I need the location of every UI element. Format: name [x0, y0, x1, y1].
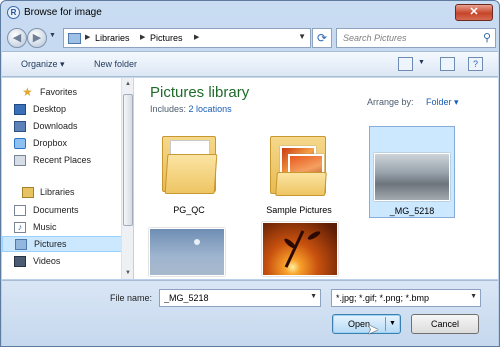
open-options-dropdown[interactable]: ▼ [389, 315, 396, 333]
organize-button[interactable]: Organize ▾ [21, 59, 65, 70]
sidebar-scrollbar[interactable]: ▲ ▼ [121, 78, 133, 279]
address-bar[interactable]: ▶ Libraries ▶ Pictures ▶ ▼ [63, 28, 311, 48]
documents-icon [14, 205, 26, 216]
view-options-dropdown[interactable]: ▼ [418, 59, 425, 66]
folder-icon [160, 132, 220, 196]
sidebar-item-label: Recent Places [33, 155, 92, 165]
chevron-down-icon[interactable]: ▼ [470, 293, 477, 300]
star-icon: ★ [22, 85, 33, 99]
sidebar-item-label: Dropbox [33, 138, 68, 148]
search-icon[interactable]: ⚲ [483, 31, 491, 44]
chevron-right-icon[interactable]: ▶ [140, 33, 145, 41]
search-box[interactable]: ⚲ [336, 28, 496, 48]
chevron-down-icon[interactable]: ▼ [298, 32, 306, 41]
image-thumbnail [374, 153, 450, 201]
image-thumbnail [149, 228, 225, 276]
preview-pane-icon[interactable] [440, 57, 455, 71]
file-item-pg-qc[interactable]: PG_QC [146, 126, 232, 218]
title-bar[interactable]: R Browse for image ✕ [1, 1, 499, 25]
file-list-pane: Pictures library Includes: 2 locations A… [134, 78, 498, 279]
arrange-by-label: Arrange by: [367, 97, 414, 107]
command-bar: Organize ▾ New folder ▼ ? [2, 51, 498, 77]
file-label: _MG_5218 [389, 206, 435, 216]
downloads-icon [14, 121, 26, 132]
chevron-right-icon[interactable]: ▶ [85, 33, 90, 41]
desktop-icon [14, 104, 26, 115]
mouse-cursor-icon: ➤ [367, 321, 379, 337]
help-icon[interactable]: ? [468, 57, 483, 71]
sidebar-item-recent-places[interactable]: Recent Places [2, 153, 122, 169]
scroll-down-icon[interactable]: ▼ [123, 268, 133, 278]
sidebar-item-favorites[interactable]: ★ Favorites [2, 85, 122, 101]
folder-icon [268, 132, 330, 198]
arrange-by-dropdown[interactable]: Folder ▾ [426, 97, 459, 108]
file-type-select[interactable]: *.jpg; *.gif; *.png; *.bmp ▼ [331, 289, 481, 307]
breadcrumb-pictures[interactable]: Pictures [150, 33, 183, 43]
scroll-up-icon[interactable]: ▲ [123, 79, 133, 89]
forward-button[interactable]: ▶ [27, 28, 47, 48]
pictures-icon [15, 239, 27, 250]
sidebar-item-downloads[interactable]: Downloads [2, 119, 122, 135]
sidebar-item-label: Documents [33, 205, 79, 215]
scroll-thumb[interactable] [123, 94, 133, 226]
sidebar-item-label: Music [33, 222, 57, 232]
libraries-icon [22, 187, 34, 198]
file-label: Sample Pictures [266, 205, 332, 215]
close-button[interactable]: ✕ [455, 4, 493, 21]
file-item-mg-5218[interactable]: _MG_5218 [369, 126, 455, 218]
file-item-sample-pictures[interactable]: Sample Pictures [256, 126, 342, 218]
sidebar-item-dropbox[interactable]: Dropbox [2, 136, 122, 152]
sidebar-item-label: Pictures [34, 239, 67, 249]
recent-pages-dropdown[interactable]: ▼ [49, 32, 56, 39]
file-type-value: *.jpg; *.gif; *.png; *.bmp [336, 293, 430, 303]
locations-link[interactable]: 2 locations [189, 104, 232, 114]
sidebar-item-label: Desktop [33, 104, 67, 114]
back-button[interactable]: ◀ [7, 28, 27, 48]
library-icon [68, 33, 81, 44]
includes-label: Includes: [150, 104, 187, 114]
sidebar-item-libraries[interactable]: Libraries [2, 185, 122, 201]
app-icon: R [7, 6, 20, 19]
sidebar-item-label: Videos [33, 256, 61, 266]
browse-dialog: R Browse for image ✕ ◀ ▶ ▼ ▶ Libraries ▶… [0, 0, 500, 347]
sidebar-item-videos[interactable]: Videos [2, 254, 122, 270]
window-title: Browse for image [24, 7, 102, 18]
music-icon: ♪ [14, 222, 26, 233]
cancel-button[interactable]: Cancel [411, 314, 479, 334]
split-divider [385, 317, 386, 331]
dropbox-icon [14, 138, 26, 149]
chevron-right-icon[interactable]: ▶ [194, 33, 199, 41]
recent-places-icon [14, 155, 26, 166]
refresh-button[interactable]: ⟳ [312, 28, 332, 48]
sidebar-item-music[interactable]: ♪ Music [2, 220, 122, 236]
file-name-combobox[interactable]: ▼ [159, 289, 321, 307]
breadcrumb-libraries[interactable]: Libraries [95, 33, 130, 43]
sidebar-item-documents[interactable]: Documents [2, 203, 122, 219]
file-name-label: File name: [110, 293, 153, 303]
search-input[interactable] [337, 29, 477, 47]
videos-icon [14, 256, 26, 267]
library-title: Pictures library [150, 84, 250, 101]
sidebar-item-label: Favorites [40, 87, 78, 97]
image-thumbnail [262, 222, 338, 276]
navigation-pane: ★ Favorites Desktop Downloads Dropbox Re… [2, 78, 133, 279]
file-name-field[interactable] [160, 290, 308, 306]
sidebar-item-label: Downloads [33, 121, 78, 131]
new-folder-button[interactable]: New folder [94, 59, 137, 69]
chevron-down-icon[interactable]: ▼ [310, 293, 317, 300]
navigation-bar: ◀ ▶ ▼ ▶ Libraries ▶ Pictures ▶ ▼ ⟳ ⚲ [5, 27, 496, 49]
sidebar-item-label: Libraries [40, 187, 75, 197]
library-includes: Includes: 2 locations [150, 104, 232, 114]
change-view-icon[interactable] [398, 57, 413, 71]
file-label: PG_QC [173, 205, 205, 215]
sidebar-item-pictures[interactable]: Pictures [2, 236, 122, 252]
sidebar-item-desktop[interactable]: Desktop [2, 102, 122, 118]
dialog-footer: File name: ▼ *.jpg; *.gif; *.png; *.bmp … [2, 280, 498, 346]
